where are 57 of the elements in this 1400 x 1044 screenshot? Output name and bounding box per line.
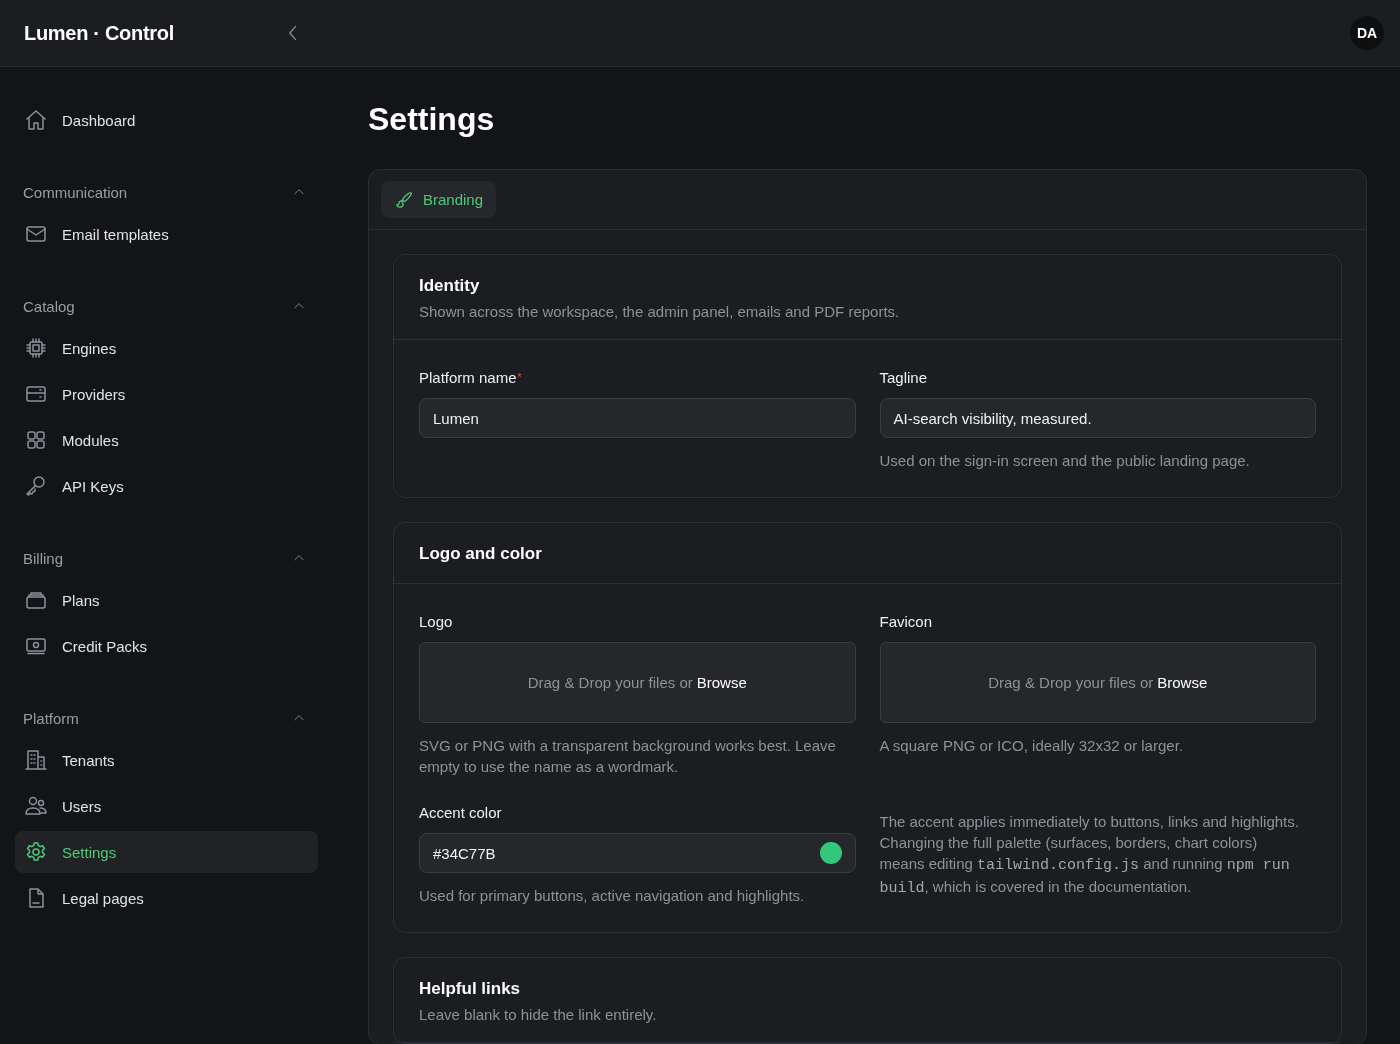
sidebar-section-header[interactable]: Catalog (15, 285, 318, 327)
section-title: Helpful links (419, 978, 522, 1000)
browse-link[interactable]: Browse (696, 674, 747, 691)
file-drop-zone[interactable]: Drag & Drop your files or Browse (879, 642, 1316, 723)
browse-link[interactable]: Browse (1157, 674, 1208, 691)
users-icon (24, 794, 48, 818)
user-avatar[interactable]: DA (1350, 16, 1384, 50)
app-logo: Lumen · Control (24, 21, 175, 45)
sidebar-item[interactable]: Settings (15, 831, 318, 873)
input-field[interactable]: Lumen (419, 398, 856, 438)
sidebar-item[interactable]: Dashboard (15, 99, 318, 141)
help-text: The accent applies immediately to buttons, links and highlights. Changing the full palette (surfaces, borders, chart colors) means editing tailwind.config.js and running npm run build, which is covered in the documentation. (879, 812, 1300, 899)
building-icon (24, 748, 48, 772)
field-label: Accent color (419, 803, 503, 823)
help-text: A square PNG or ICO, ideally 32x32 or larger. (879, 736, 1184, 756)
drop-prompt: Drag & Drop your files or (527, 674, 693, 691)
sidebar-item[interactable]: Providers (15, 373, 318, 415)
sidebar-item[interactable]: Credit Packs (15, 625, 318, 667)
paintbrush-icon (394, 189, 414, 210)
section-description: Shown across the workspace, the admin panel, emails and PDF reports. (419, 302, 901, 322)
sidebar-item[interactable]: Modules (15, 419, 318, 461)
input-field[interactable]: AI-search visibility, measured. (879, 398, 1316, 438)
drop-prompt: Drag & Drop your files or (988, 674, 1154, 691)
sidebar-item[interactable]: Plans (15, 579, 318, 621)
key-icon (24, 474, 48, 498)
field-label: Favicon (879, 612, 934, 632)
tab[interactable]: Branding (381, 181, 497, 218)
section-label: Communication (23, 183, 128, 201)
sidebar-item[interactable]: Legal pages (15, 877, 318, 919)
section-label: Catalog (23, 297, 75, 315)
sidebar-section-header[interactable]: Communication (15, 171, 318, 213)
sidebar-item[interactable]: Email templates (15, 213, 318, 255)
help-text: SVG or PNG with a transparent background works best. Leave empty to use the name as a wordmark. (419, 736, 837, 777)
help-text: Used for primary buttons, active navigation and highlights. (419, 886, 806, 906)
page-title: Settings (368, 101, 496, 137)
sidebar-section-header[interactable]: Platform (15, 697, 318, 739)
section-label: Billing (23, 549, 64, 567)
chip-icon (24, 336, 48, 360)
field-label: Platform name* (419, 368, 523, 388)
color-input-field[interactable]: #34C77B (419, 833, 856, 873)
sidebar-item[interactable]: Tenants (15, 739, 318, 781)
sidebar-item[interactable]: Users (15, 785, 318, 827)
sidebar-section-header[interactable]: Billing (15, 537, 318, 579)
color-swatch[interactable] (819, 842, 842, 864)
section-title: Identity (419, 275, 481, 297)
section-title: Logo and color (419, 543, 543, 565)
field-label: Tagline (879, 368, 929, 388)
grid-icon (24, 428, 48, 452)
section-description: Leave blank to hide the link entirely. (419, 1005, 658, 1025)
sidebar-item[interactable]: API Keys (15, 465, 318, 507)
section-label: Platform (23, 709, 79, 727)
file-drop-zone[interactable]: Drag & Drop your files or Browse (419, 642, 856, 723)
field-label: Logo (419, 612, 454, 632)
home-icon (24, 108, 48, 132)
settings-icon (24, 840, 48, 864)
help-text: Used on the sign-in screen and the public landing page. (879, 451, 1251, 471)
sidebar-item[interactable]: Engines (15, 327, 318, 369)
